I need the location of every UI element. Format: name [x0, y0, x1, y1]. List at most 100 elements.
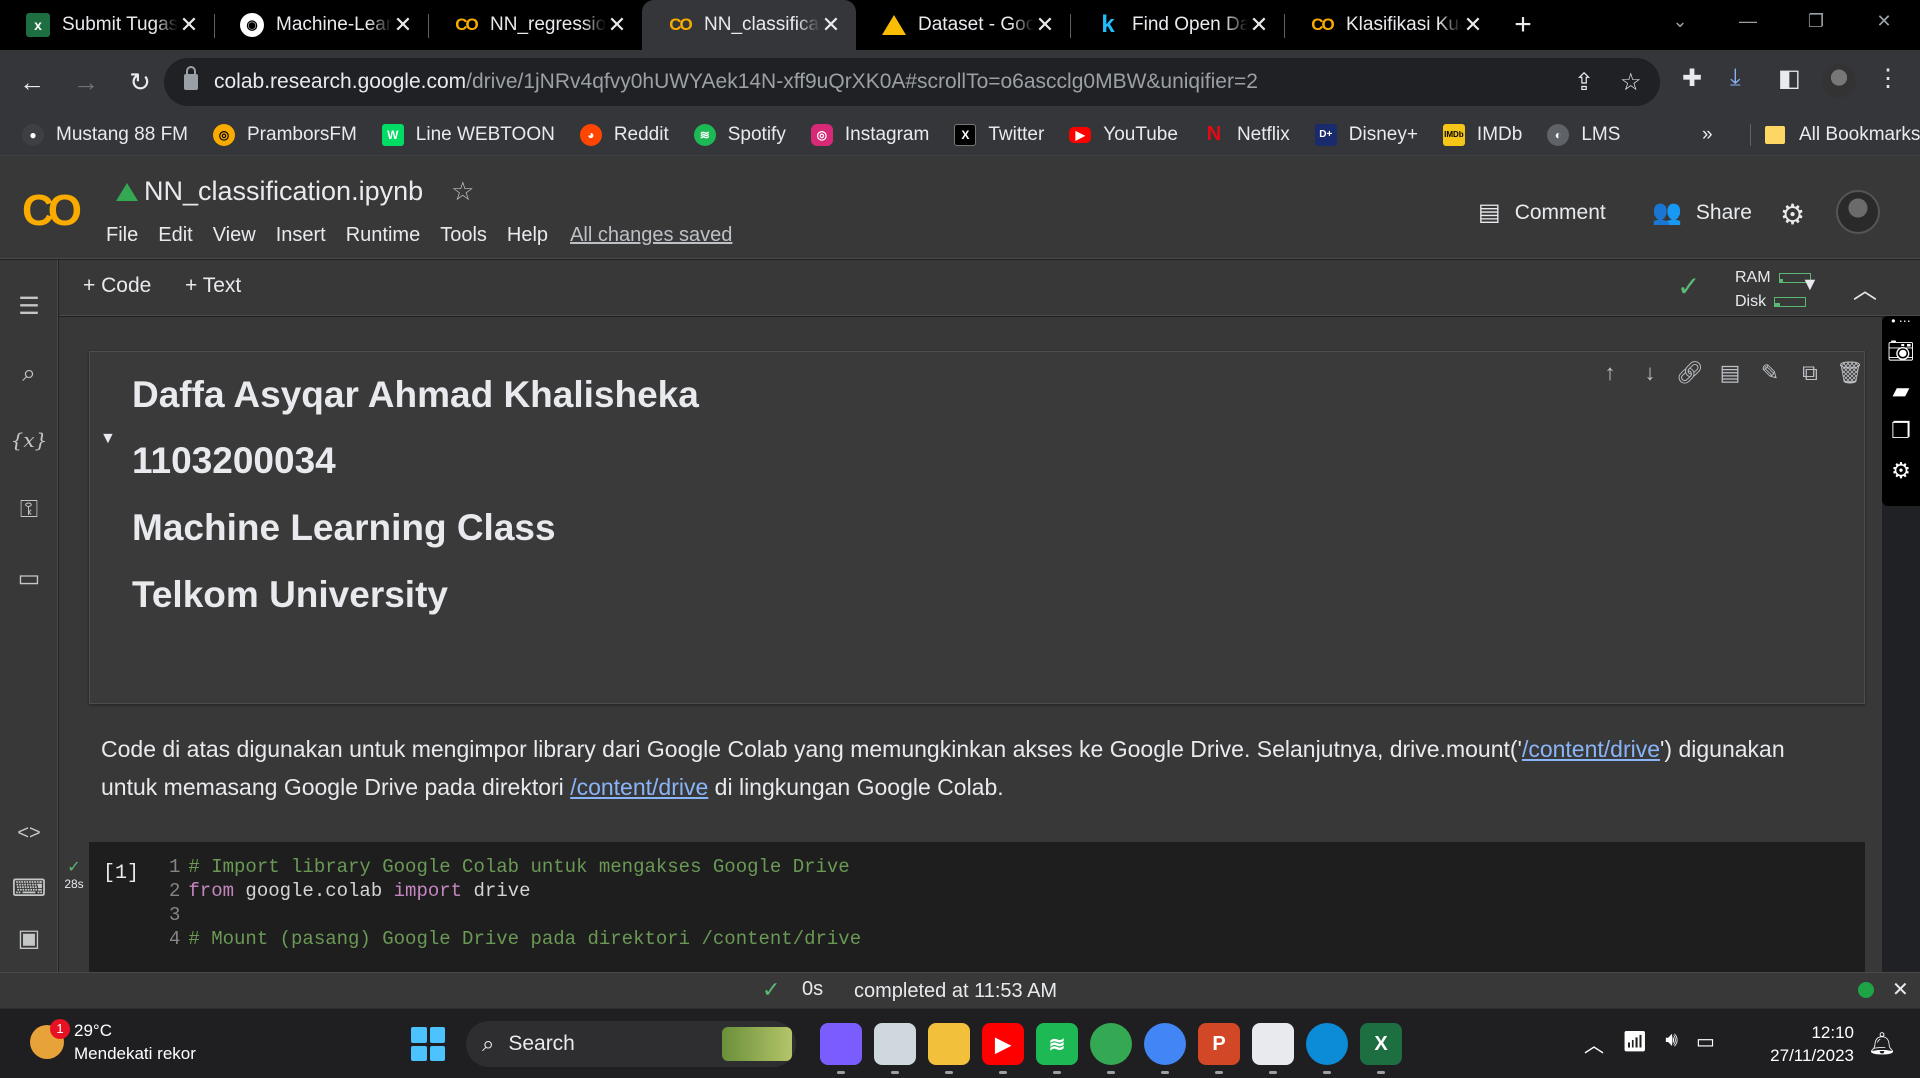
bookmark-disney[interactable]: D+ Disney+: [1314, 123, 1418, 146]
task-view-icon[interactable]: [874, 1023, 916, 1065]
minimize-button[interactable]: —: [1716, 0, 1780, 42]
close-icon[interactable]: ✕: [1034, 12, 1056, 38]
chevron-up-icon[interactable]: ︿: [1584, 1029, 1604, 1058]
snipping-tool-icon[interactable]: [1252, 1023, 1294, 1065]
notebook-title-text[interactable]: NN_classification.ipynb: [144, 176, 423, 207]
tab-submit-tugas[interactable]: x Submit Tugas ✕: [0, 0, 214, 50]
close-icon[interactable]: ✕: [820, 12, 842, 38]
excel-app-icon[interactable]: X: [1360, 1023, 1402, 1065]
runtime-dropdown-icon[interactable]: ▼: [1801, 274, 1819, 295]
copilot-icon[interactable]: [820, 1023, 862, 1065]
weather-widget[interactable]: 1 29°C Mendekati rekor: [30, 1019, 196, 1065]
collapse-section-icon[interactable]: ▼: [100, 430, 116, 448]
menu-tools[interactable]: Tools: [440, 224, 487, 247]
bookmark-youtube[interactable]: ▶ YouTube: [1069, 124, 1178, 146]
tab-search-icon[interactable]: ⌄: [1648, 0, 1712, 42]
comment-icon[interactable]: ▤: [1710, 360, 1750, 386]
collapse-header-icon[interactable]: ︿: [1853, 270, 1877, 305]
bookmark-lms[interactable]: ◐ LMS: [1547, 123, 1620, 146]
tab-nn-regression[interactable]: CO NN_regression ✕: [428, 0, 642, 50]
window-capture-icon[interactable]: ❐: [1882, 418, 1920, 444]
account-avatar[interactable]: [1836, 190, 1880, 234]
wifi-icon[interactable]: 📶︎: [1622, 1029, 1647, 1058]
address-bar[interactable]: colab.research.google.com/drive/1jNRv4qf…: [164, 58, 1660, 106]
tab-dataset-drive[interactable]: Dataset - Goo ✕: [856, 0, 1070, 50]
terminal-icon[interactable]: ▣: [0, 924, 58, 953]
link-icon[interactable]: 🔗︎: [1670, 360, 1710, 386]
more-options-icon[interactable]: ⋮: [1870, 360, 1882, 386]
settings-gear-icon[interactable]: ⚙: [1780, 198, 1805, 231]
windows-start-icon[interactable]: [411, 1027, 445, 1061]
content-drive-link[interactable]: /content/drive: [570, 774, 708, 800]
new-tab-button[interactable]: +: [1498, 0, 1548, 50]
secrets-key-icon[interactable]: ⚿: [0, 496, 58, 524]
menu-runtime[interactable]: Runtime: [346, 224, 420, 247]
back-button[interactable]: ←: [10, 60, 54, 104]
close-icon[interactable]: ✕: [178, 12, 200, 38]
close-window-button[interactable]: ✕: [1852, 0, 1916, 42]
menu-edit[interactable]: Edit: [158, 224, 192, 247]
menu-insert[interactable]: Insert: [276, 224, 326, 247]
download-icon[interactable]: ⤓: [1730, 64, 1741, 92]
chrome-profile-b-icon[interactable]: [1090, 1023, 1132, 1065]
command-palette-icon[interactable]: ⌨: [0, 874, 58, 903]
volume-icon[interactable]: 🔊︎: [1665, 1029, 1678, 1058]
camera-icon[interactable]: 📷︎: [1882, 338, 1920, 364]
extensions-icon[interactable]: ✚: [1682, 64, 1702, 93]
tab-find-open-data[interactable]: k Find Open Dat ✕: [1070, 0, 1284, 50]
forward-button[interactable]: →: [64, 60, 108, 104]
bookmark-webtoon[interactable]: W Line WEBTOON: [381, 123, 555, 146]
capture-settings-gear-icon[interactable]: ⚙: [1882, 458, 1920, 484]
move-up-icon[interactable]: ↑: [1590, 360, 1630, 386]
edge-icon[interactable]: [1306, 1023, 1348, 1065]
colab-logo[interactable]: CO: [22, 186, 82, 236]
bookmark-star-icon[interactable]: ☆: [1620, 68, 1642, 97]
battery-icon[interactable]: ▭: [1696, 1029, 1715, 1058]
video-camera-icon[interactable]: ▰: [1882, 378, 1920, 404]
files-folder-icon[interactable]: ▭: [0, 564, 58, 593]
bookmark-twitter[interactable]: X Twitter: [954, 123, 1044, 146]
edit-pencil-icon[interactable]: ✎: [1750, 360, 1790, 386]
code-snippets-icon[interactable]: <>: [0, 822, 58, 845]
table-of-contents-icon[interactable]: ☰: [0, 292, 58, 321]
bookmark-prambors[interactable]: ◎ PramborsFM: [213, 123, 357, 146]
menu-view[interactable]: View: [213, 224, 256, 247]
reload-button[interactable]: ↻: [118, 60, 162, 104]
add-text-cell-button[interactable]: + Text: [185, 274, 241, 298]
notification-bell-icon[interactable]: 🔔︎: [1868, 1031, 1896, 1057]
bookmark-imdb[interactable]: IMDb IMDb: [1442, 123, 1522, 146]
close-icon[interactable]: ✕: [1462, 12, 1484, 38]
close-icon[interactable]: ✕: [606, 12, 628, 38]
all-bookmarks-button[interactable]: All Bookmarks: [1750, 123, 1920, 146]
content-drive-link[interactable]: /content/drive: [1522, 736, 1660, 762]
comment-button[interactable]: ▤ Comment: [1478, 198, 1606, 227]
more-dots-icon[interactable]: • ⋯: [1882, 314, 1920, 328]
close-icon[interactable]: ✕: [1892, 977, 1909, 1002]
tab-nn-classification[interactable]: CO NN_classificati ✕: [642, 0, 856, 50]
menu-file[interactable]: File: [106, 224, 138, 247]
youtube-app-icon[interactable]: ▶: [982, 1023, 1024, 1065]
search-icon[interactable]: ⌕: [0, 360, 58, 388]
bookmark-spotify[interactable]: ≋ Spotify: [693, 123, 786, 146]
tab-machine-learning[interactable]: ◉ Machine-Learn ✕: [214, 0, 428, 50]
star-icon[interactable]: ☆: [451, 176, 474, 207]
restore-button[interactable]: ❐: [1784, 0, 1848, 42]
chrome-profile-icon[interactable]: [1144, 1023, 1186, 1065]
profile-avatar[interactable]: [1822, 64, 1856, 98]
text-cell[interactable]: ▼ ↑ ↓ 🔗︎ ▤ ✎ ⧉ 🗑︎ ⋮ Daffa Asyqar Ahmad K…: [89, 351, 1882, 704]
resource-monitor[interactable]: RAM Disk: [1735, 266, 1811, 314]
share-button[interactable]: 👥 Share: [1652, 198, 1752, 227]
bookmark-instagram[interactable]: ◎ Instagram: [810, 123, 929, 146]
close-icon[interactable]: ✕: [1248, 12, 1270, 38]
powerpoint-icon[interactable]: P: [1198, 1023, 1240, 1065]
bookmark-reddit[interactable]: ◕ Reddit: [579, 123, 669, 146]
taskbar-search[interactable]: ⌕ Search: [466, 1021, 796, 1067]
save-status[interactable]: All changes saved: [570, 224, 732, 247]
tab-klasifikasi[interactable]: CO Klasifikasi Kua ✕: [1284, 0, 1498, 50]
bookmarks-overflow-button[interactable]: »: [1702, 124, 1713, 146]
delete-icon[interactable]: 🗑︎: [1830, 360, 1870, 386]
close-icon[interactable]: ✕: [392, 12, 414, 38]
mirror-cell-icon[interactable]: ⧉: [1790, 360, 1830, 386]
completed-time[interactable]: completed at 11:53 AM: [854, 980, 1057, 1003]
variables-icon[interactable]: {x}: [0, 428, 58, 452]
